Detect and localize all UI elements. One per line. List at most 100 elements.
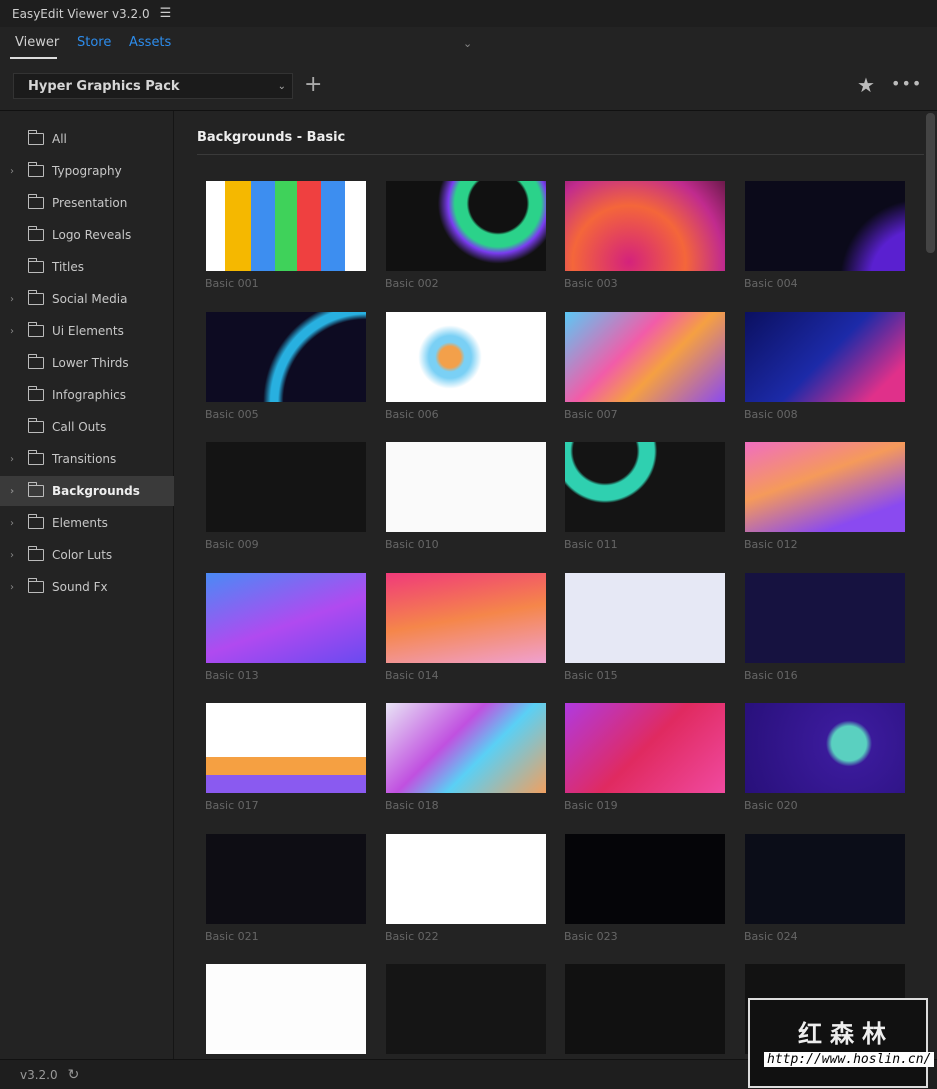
sidebar-item-infographics[interactable]: Infographics: [0, 380, 174, 410]
chevron-right-icon[interactable]: ›: [10, 486, 14, 497]
more-options-icon[interactable]: •••: [891, 74, 922, 93]
sidebar-item-all[interactable]: All: [0, 124, 174, 154]
chevron-down-icon[interactable]: ⌄: [463, 37, 472, 50]
scrollbar[interactable]: [926, 113, 935, 253]
asset-label: Basic 012: [744, 538, 798, 551]
sidebar-item-label: Titles: [52, 260, 84, 274]
section-title: Backgrounds - Basic: [197, 130, 346, 145]
asset-thumbnail[interactable]: [386, 311, 546, 402]
asset-label: Basic 009: [205, 538, 259, 551]
asset-label: Basic 001: [205, 277, 259, 290]
sidebar-item-call-outs[interactable]: Call Outs: [0, 412, 174, 442]
folder-icon: [27, 514, 44, 529]
sidebar-item-label: Infographics: [52, 388, 127, 402]
chevron-right-icon[interactable]: ›: [10, 550, 14, 561]
asset-thumbnail[interactable]: [565, 833, 725, 924]
asset-label: Basic 017: [205, 799, 259, 812]
refresh-icon[interactable]: ↻: [68, 1067, 80, 1083]
chevron-right-icon[interactable]: ›: [10, 518, 14, 529]
folder-icon: [27, 418, 44, 433]
tab-assets[interactable]: Assets: [129, 35, 171, 50]
sidebar-item-logo-reveals[interactable]: Logo Reveals: [0, 220, 174, 250]
tab-store[interactable]: Store: [77, 35, 111, 50]
asset-thumbnail[interactable]: [206, 572, 366, 663]
asset-label: Basic 005: [205, 407, 259, 421]
hamburger-icon[interactable]: ☰: [160, 6, 172, 21]
watermark-url: http://www.hoslin.cn/: [764, 1052, 935, 1067]
asset-thumbnail[interactable]: [206, 181, 366, 271]
sidebar-item-label: Sound Fx: [52, 580, 108, 594]
folder-icon: [27, 290, 44, 305]
asset-thumbnail[interactable]: [386, 181, 546, 271]
asset-label: Basic 022: [385, 929, 439, 943]
asset-thumbnail[interactable]: [745, 442, 905, 532]
pack-dropdown[interactable]: Hyper Graphics Pack ⌄: [13, 73, 293, 99]
folder-icon: [27, 258, 44, 273]
sidebar-item-typography[interactable]: › Typography: [0, 156, 174, 186]
tab-viewer[interactable]: Viewer: [15, 35, 59, 50]
chevron-right-icon[interactable]: ›: [10, 454, 14, 465]
watermark-text: 红森林: [798, 1020, 894, 1048]
asset-thumbnail[interactable]: [386, 572, 546, 663]
sidebar-item-backgrounds[interactable]: › Backgrounds: [0, 476, 174, 506]
asset-label: Basic 015: [564, 668, 618, 682]
asset-label: Basic 013: [205, 668, 259, 682]
sidebar-item-sound-fx[interactable]: › Sound Fx: [0, 572, 174, 602]
sidebar-item-label: Backgrounds: [52, 484, 140, 498]
add-pack-button[interactable]: +: [304, 72, 322, 97]
folder-icon: [27, 130, 44, 145]
asset-thumbnail[interactable]: [565, 572, 725, 663]
sidebar-item-lower-thirds[interactable]: Lower Thirds: [0, 348, 174, 378]
asset-thumbnail[interactable]: [745, 311, 905, 402]
asset-label: Basic 019: [564, 799, 618, 812]
asset-thumbnail[interactable]: [386, 964, 546, 1054]
sidebar-item-ui-elements[interactable]: › Ui Elements: [0, 316, 174, 346]
asset-thumbnail[interactable]: [745, 703, 905, 793]
sidebar-item-label: Ui Elements: [52, 324, 124, 338]
asset-label: Basic 011: [564, 538, 618, 551]
asset-thumbnail[interactable]: [386, 703, 546, 793]
sidebar-item-social-media[interactable]: › Social Media: [0, 284, 174, 314]
asset-thumbnail[interactable]: [565, 181, 725, 271]
asset-label: Basic 010: [385, 538, 439, 551]
folder-icon: [27, 482, 44, 497]
asset-thumbnail[interactable]: [565, 442, 725, 532]
chevron-right-icon[interactable]: ›: [10, 294, 14, 305]
asset-label: Basic 021: [205, 929, 259, 943]
asset-thumbnail[interactable]: [745, 833, 905, 924]
asset-thumbnail[interactable]: [745, 572, 905, 663]
asset-label: Basic 016: [744, 668, 798, 682]
sidebar-item-label: Call Outs: [52, 420, 107, 434]
folder-icon: [27, 162, 44, 177]
sidebar-item-elements[interactable]: › Elements: [0, 508, 174, 538]
asset-thumbnail[interactable]: [745, 181, 905, 271]
asset-label: Basic 018: [385, 799, 439, 812]
asset-thumbnail[interactable]: [206, 964, 366, 1054]
folder-icon: [27, 354, 44, 369]
sidebar-item-color-luts[interactable]: › Color Luts: [0, 540, 174, 570]
sidebar-item-label: Presentation: [52, 196, 128, 210]
active-tab-indicator: [10, 57, 57, 59]
asset-thumbnail[interactable]: [386, 442, 546, 532]
sidebar-item-label: All: [52, 132, 67, 146]
sidebar-item-titles[interactable]: Titles: [0, 252, 174, 282]
asset-thumbnail[interactable]: [565, 703, 725, 793]
asset-thumbnail[interactable]: [206, 703, 366, 793]
sidebar-item-transitions[interactable]: › Transitions: [0, 444, 174, 474]
favorite-star-icon[interactable]: ★: [857, 73, 875, 97]
asset-thumbnail[interactable]: [206, 442, 366, 532]
sidebar-item-label: Color Luts: [52, 548, 113, 562]
sidebar-item-label: Logo Reveals: [52, 228, 132, 242]
asset-thumbnail[interactable]: [565, 964, 725, 1054]
asset-thumbnail[interactable]: [386, 833, 546, 924]
asset-thumbnail[interactable]: [206, 833, 366, 924]
sidebar-item-presentation[interactable]: Presentation: [0, 188, 174, 218]
asset-thumbnail[interactable]: [565, 311, 725, 402]
chevron-right-icon[interactable]: ›: [10, 326, 14, 337]
chevron-right-icon[interactable]: ›: [10, 166, 14, 177]
folder-icon: [27, 386, 44, 401]
asset-thumbnail[interactable]: [206, 311, 366, 402]
folder-icon: [27, 226, 44, 241]
chevron-down-icon: ⌄: [277, 80, 286, 92]
chevron-right-icon[interactable]: ›: [10, 582, 14, 593]
